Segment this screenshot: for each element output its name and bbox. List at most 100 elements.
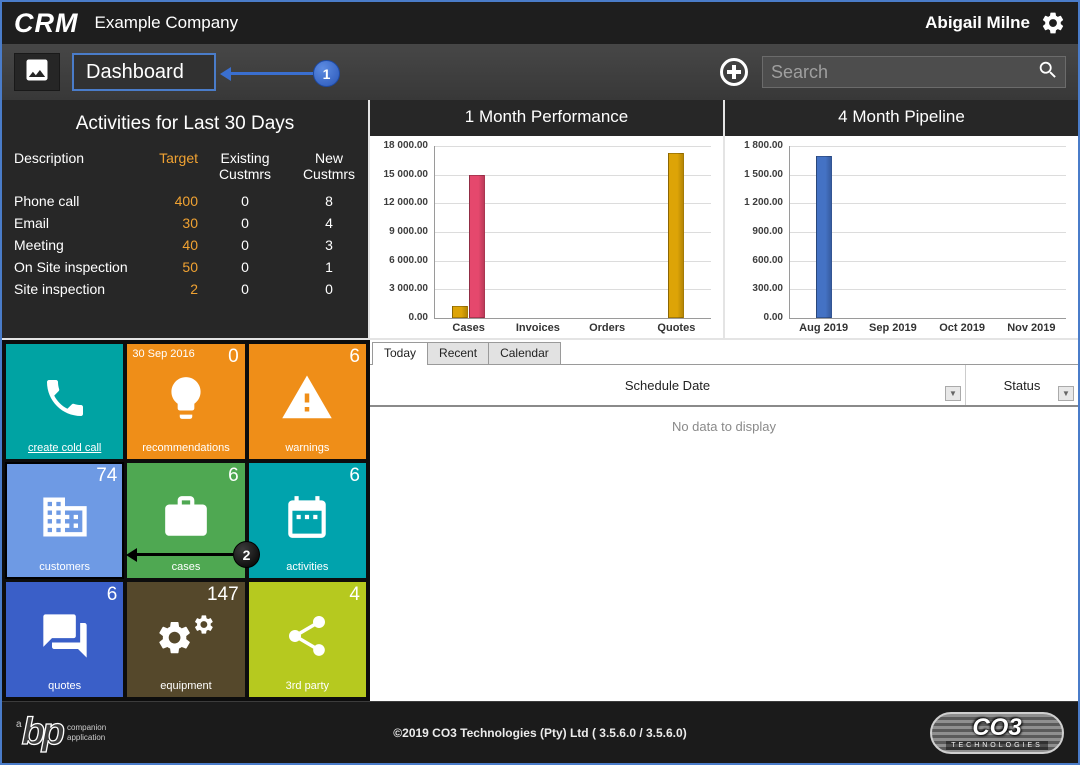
tile-label: equipment (127, 680, 244, 692)
co3-technologies-logo: CO3 TECHNOLOGIES (930, 712, 1064, 754)
arrow-left-icon (126, 548, 137, 562)
empty-state-text: No data to display (370, 419, 1078, 434)
chat-icon (6, 598, 123, 673)
y-tick-label: 15 000.00 (370, 169, 428, 180)
y-tick-label: 900.00 (725, 226, 783, 237)
y-tick-label: 0.00 (725, 312, 783, 323)
activities-table-body: Phone call40008Email3004Meeting4003On Si… (2, 190, 368, 300)
activity-description: Email (6, 215, 146, 231)
column-schedule-date: Schedule Date ▼ (370, 365, 966, 405)
activity-target: 50 (146, 259, 198, 275)
activity-existing-customers: 0 (198, 193, 292, 209)
x-category-label: Aug 2019 (789, 322, 858, 334)
activities-row: Email3004 (2, 212, 368, 234)
activity-target: 40 (146, 237, 198, 253)
share-icon (249, 598, 366, 673)
x-axis-line (434, 318, 711, 319)
tile-customers[interactable]: 74customers (6, 463, 123, 578)
tab-recent[interactable]: Recent (427, 342, 489, 364)
bar-series-gold-cases (452, 306, 468, 318)
search-input[interactable] (771, 62, 1037, 83)
activity-description: Meeting (6, 237, 146, 253)
tile-label: quotes (6, 680, 123, 692)
app-footer: a bp companion application ©2019 CO3 Tec… (2, 701, 1078, 763)
tile-grid: create cold call 30 Sep 20160recommendati… (2, 340, 370, 701)
column-description: Description (6, 150, 146, 166)
x-axis-line (789, 318, 1066, 319)
y-tick-label: 12 000.00 (370, 197, 428, 208)
tile-quotes[interactable]: 6quotes (6, 582, 123, 697)
tab-today[interactable]: Today (372, 342, 428, 365)
bottom-panels: create cold call 30 Sep 20160recommendati… (2, 340, 1078, 701)
gear-icon[interactable] (1040, 10, 1066, 36)
performance-chart-panel: 1 Month Performance 18 000.0015 000.0012… (370, 100, 723, 338)
column-new-custmrs: New Custmrs (292, 150, 366, 182)
search-box (762, 56, 1066, 88)
activity-existing-customers: 0 (198, 281, 292, 297)
column-existing-custmrs: Existing Custmrs (198, 150, 292, 182)
tile-label: create cold call (6, 442, 123, 454)
toolbar: Dashboard (2, 44, 1078, 100)
y-axis-line (434, 146, 435, 318)
phone-icon (6, 360, 123, 435)
warning-icon (249, 360, 366, 435)
activity-description: On Site inspection (6, 259, 146, 275)
pipeline-chart-panel: 4 Month Pipeline 1 800.001 500.001 200.0… (723, 100, 1078, 338)
schedule-tabs: TodayRecentCalendar (370, 340, 1078, 365)
dashboard-nav-button[interactable]: Dashboard (72, 53, 216, 91)
activities-row: Phone call40008 (2, 190, 368, 212)
activity-existing-customers: 0 (198, 237, 292, 253)
lightbulb-icon (127, 360, 244, 435)
annotation-step-2: 2 (126, 541, 260, 568)
activity-new-customers: 3 (292, 237, 366, 253)
crm-logo: CRM (14, 8, 79, 39)
tile-3rd-party[interactable]: 43rd party (249, 582, 366, 697)
x-category-label: Oct 2019 (928, 322, 997, 334)
annotation-badge-2: 2 (233, 541, 260, 568)
schedule-table-header: Schedule Date ▼ Status ▼ (370, 365, 1078, 407)
y-tick-label: 9 000.00 (370, 226, 428, 237)
bar-series-pink-cases (469, 175, 485, 318)
y-tick-label: 3 000.00 (370, 283, 428, 294)
gears-icon (127, 598, 244, 673)
tile-label: activities (249, 561, 366, 573)
pipeline-chart-title: 4 Month Pipeline (725, 100, 1078, 136)
x-category-label: Cases (434, 322, 503, 334)
bp-companion-logo: a bp companion application (16, 711, 106, 754)
tile-warnings[interactable]: 6warnings (249, 344, 366, 459)
performance-chart: 18 000.0015 000.0012 000.009 000.006 000… (370, 136, 723, 338)
column-target: Target (146, 150, 198, 166)
activities-panel: Activities for Last 30 Days Description … (2, 100, 370, 338)
schedule-date-filter-button[interactable]: ▼ (945, 386, 961, 401)
tile-activities[interactable]: 6activities (249, 463, 366, 578)
activities-row: Meeting4003 (2, 234, 368, 256)
status-filter-button[interactable]: ▼ (1058, 386, 1074, 401)
app-header: CRM Example Company Abigail Milne (2, 2, 1078, 44)
image-button[interactable] (14, 53, 60, 91)
add-button[interactable] (720, 58, 748, 86)
schedule-panel: TodayRecentCalendar Schedule Date ▼ Stat… (370, 340, 1078, 701)
activity-target: 30 (146, 215, 198, 231)
pipeline-chart: 1 800.001 500.001 200.00900.00600.00300.… (725, 136, 1078, 338)
y-tick-label: 18 000.00 (370, 140, 428, 151)
search-icon[interactable] (1037, 59, 1059, 86)
bar-series-gold-quotes (668, 153, 684, 318)
annotation-step-1: 1 (220, 60, 340, 87)
activity-existing-customers: 0 (198, 259, 292, 275)
x-category-label: Sep 2019 (858, 322, 927, 334)
y-tick-label: 0.00 (370, 312, 428, 323)
tile-create-cold-call[interactable]: create cold call (6, 344, 123, 459)
x-category-label: Orders (573, 322, 642, 334)
activity-new-customers: 8 (292, 193, 366, 209)
bar-pipeline-blue-aug-2019 (816, 156, 832, 318)
annotation-badge-1: 1 (313, 60, 340, 87)
top-panels: Activities for Last 30 Days Description … (2, 100, 1078, 340)
activity-description: Phone call (6, 193, 146, 209)
building-icon (6, 479, 123, 554)
tile-equipment[interactable]: 147equipment (127, 582, 244, 697)
x-category-label: Quotes (642, 322, 711, 334)
activities-row: Site inspection200 (2, 278, 368, 300)
x-category-label: Invoices (503, 322, 572, 334)
tile-recommendations[interactable]: 30 Sep 20160recommendations (127, 344, 244, 459)
tab-calendar[interactable]: Calendar (488, 342, 561, 364)
